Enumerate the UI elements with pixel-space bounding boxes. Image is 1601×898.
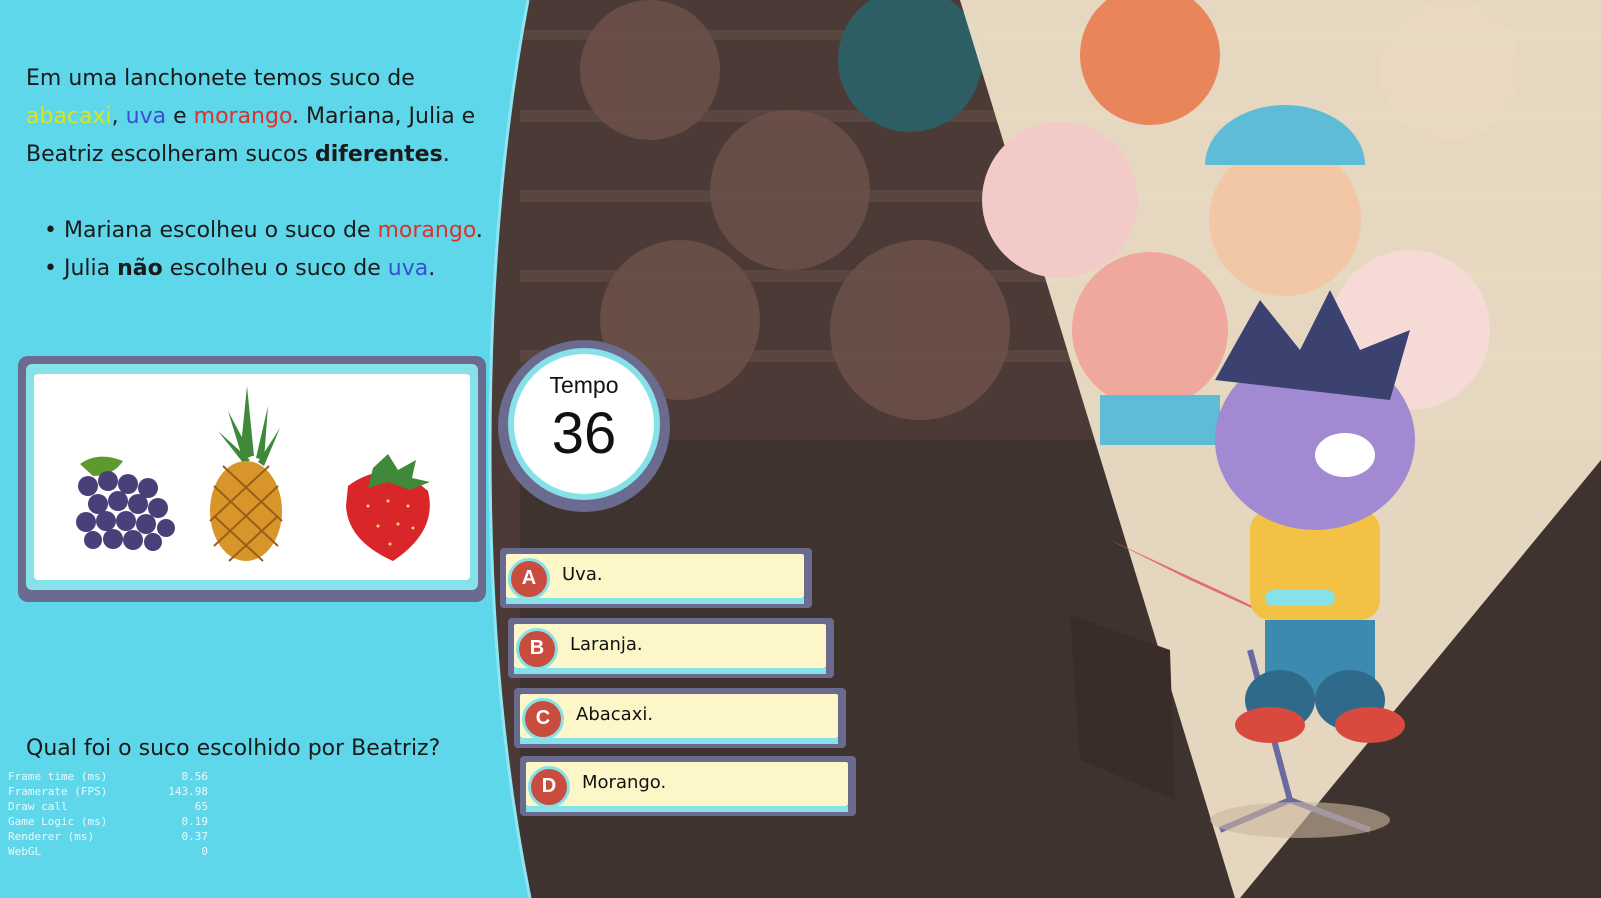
answer-letter-badge: C: [522, 698, 564, 740]
clue-item: Julia não escolheu o suco de uva.: [44, 250, 524, 288]
answer-letter-badge: A: [508, 558, 550, 600]
answer-label: Morango.: [582, 772, 667, 793]
timer-value: 36: [551, 401, 617, 466]
answer-label: Uva.: [562, 564, 603, 585]
debug-row: Renderer (ms) 0.37: [8, 830, 208, 843]
debug-row: Framerate (FPS) 143.98: [8, 785, 208, 798]
clue1-fruit: morango: [377, 218, 476, 243]
period-text: .: [442, 142, 450, 167]
clue1-text: Mariana escolheu o suco de: [63, 218, 371, 243]
comma-text: ,: [111, 104, 119, 129]
debug-row: Game Logic (ms) 0.19: [8, 815, 208, 828]
answer-letter-badge: B: [516, 628, 558, 670]
answer-option-a[interactable]: A Uva.: [500, 548, 812, 608]
clue2-period: .: [428, 256, 436, 281]
question-panel: Em uma lanchonete temos suco de abacaxi,…: [0, 0, 540, 898]
clue2-fruit: uva: [387, 256, 429, 281]
clue1-period: .: [475, 218, 483, 243]
debug-stats: Frame time (ms) 0.56 Framerate (FPS) 143.9…: [8, 769, 208, 859]
grapes-image: [76, 456, 175, 551]
diferentes-text: diferentes: [314, 142, 443, 167]
clue2-text: escolheu o suco de: [169, 256, 381, 281]
strawberry-image: [346, 454, 430, 561]
clue2-nao: não: [117, 256, 163, 281]
answer-option-d[interactable]: D Morango.: [520, 756, 856, 816]
clue-item: Mariana escolheu o suco de morango.: [44, 212, 524, 250]
answer-label: Abacaxi.: [576, 704, 654, 725]
intro-line1: Em uma lanchonete temos suco de: [26, 66, 415, 91]
clue-list: Mariana escolheu o suco de morango. Juli…: [44, 212, 524, 288]
debug-row: Frame time (ms) 0.56: [8, 770, 208, 783]
fruit-abacaxi-text: abacaxi: [26, 104, 112, 129]
countdown-timer: Tempo 36: [496, 338, 672, 514]
answer-letter-badge: D: [528, 766, 570, 808]
pineapple-image: [209, 386, 283, 562]
final-question: Qual foi o suco escolhido por Beatriz?: [26, 736, 441, 761]
answer-label: Laranja.: [570, 634, 643, 655]
answer-option-b[interactable]: B Laranja.: [508, 618, 834, 678]
and-text: e: [173, 104, 187, 129]
fruit-image-card: [18, 356, 486, 602]
answer-option-c[interactable]: C Abacaxi.: [514, 688, 846, 748]
fruit-morango-text: morango: [193, 104, 293, 129]
fruit-uva-text: uva: [125, 104, 167, 129]
debug-row: WebGL 0: [8, 845, 208, 858]
debug-row: Draw call 65: [8, 800, 208, 813]
timer-label: Tempo: [549, 372, 619, 398]
question-intro-text: Em uma lanchonete temos suco de abacaxi,…: [26, 60, 506, 174]
clue2-name: Julia: [63, 256, 111, 281]
